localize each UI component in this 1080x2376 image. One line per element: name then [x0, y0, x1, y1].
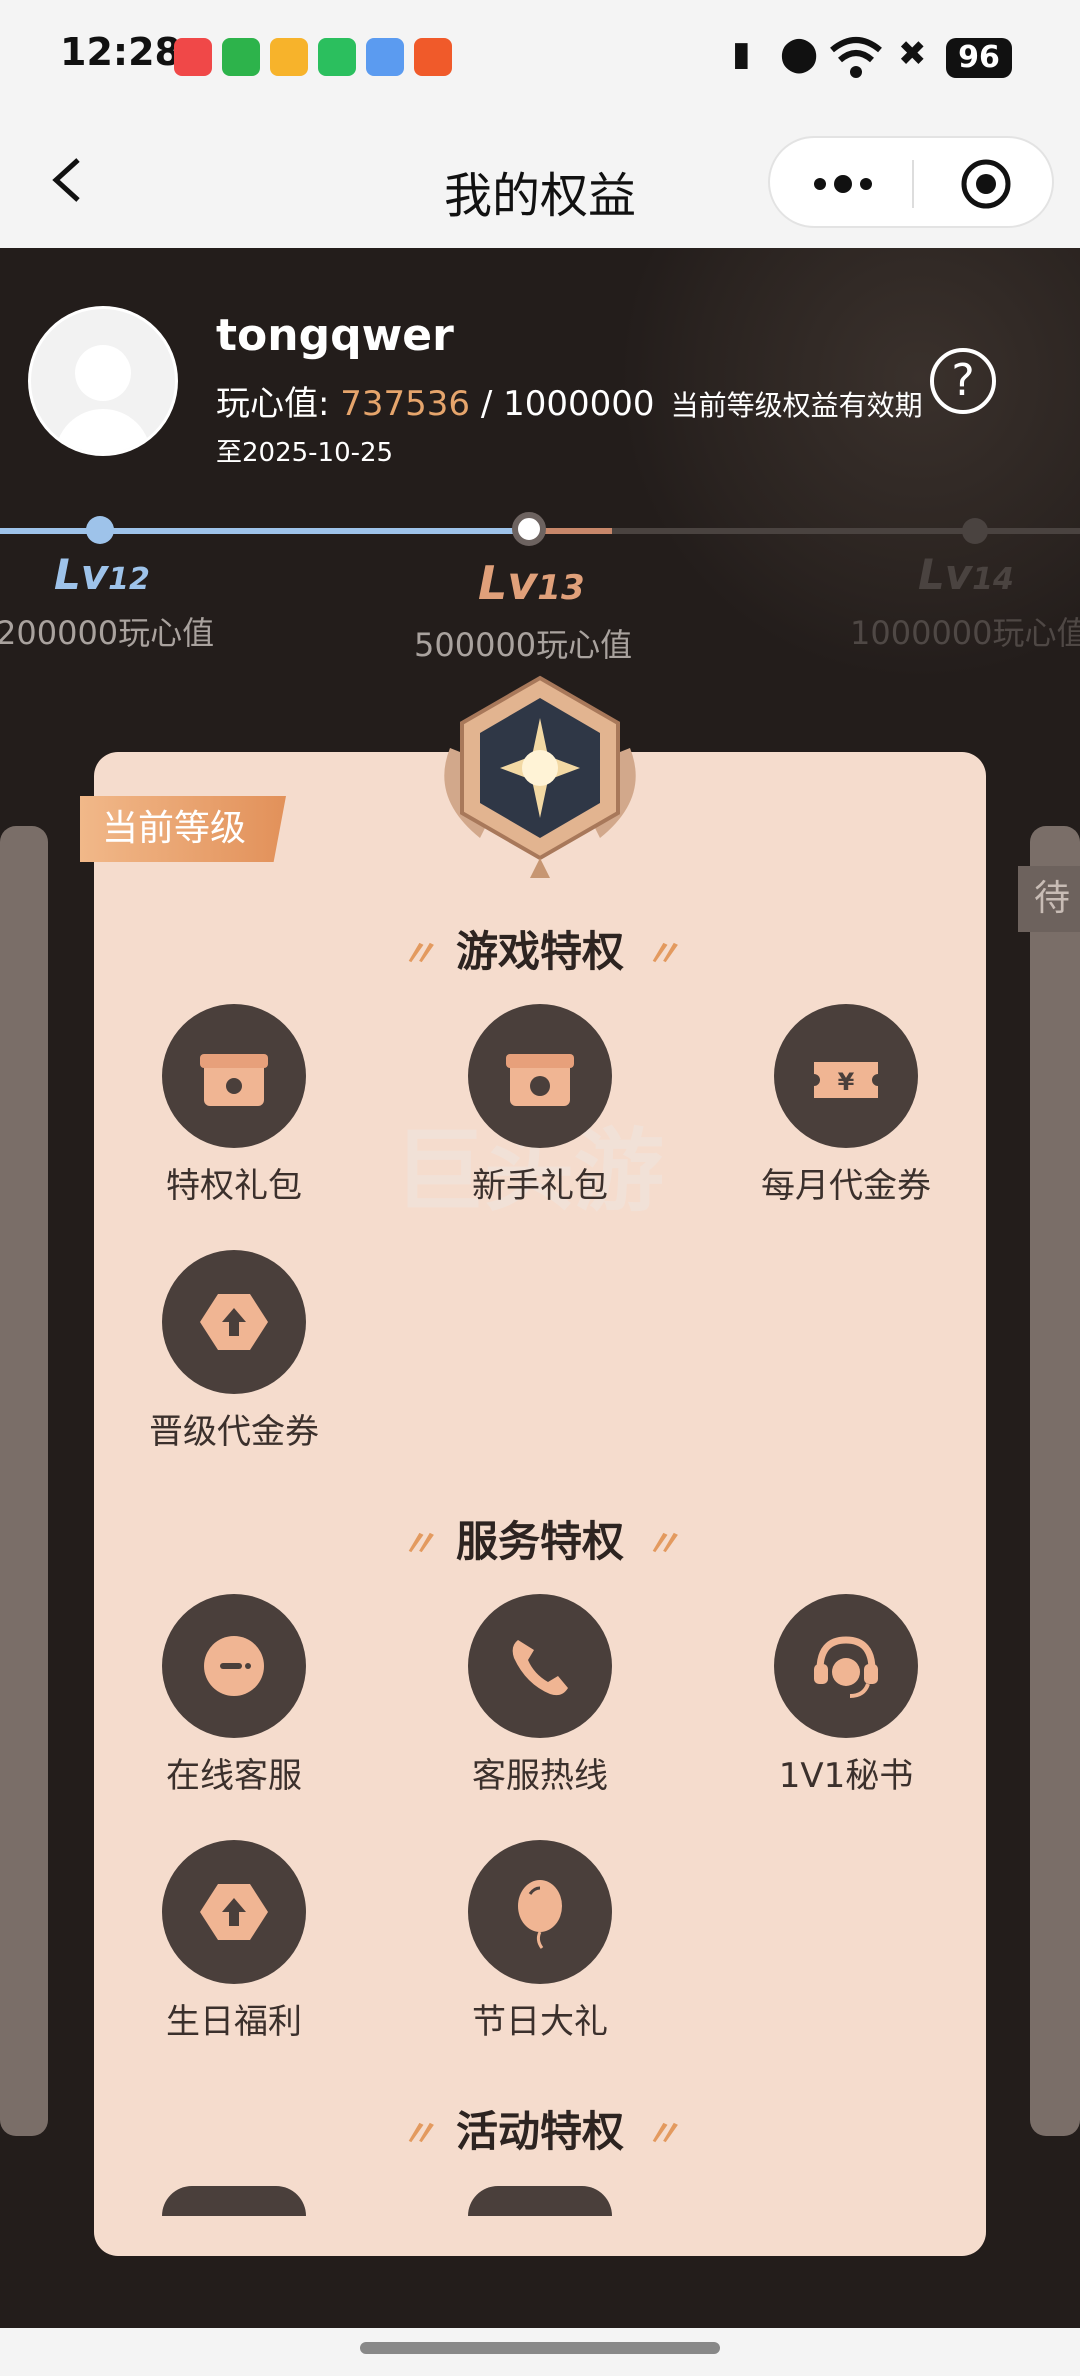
target-circle-icon[interactable] [960, 158, 1012, 210]
avatar-body [55, 409, 151, 453]
avatar[interactable] [28, 306, 178, 456]
status-bar: 12:28 ▮ ⬤ ✖ 96 [0, 0, 1080, 120]
benefit-label: 生日福利 [166, 2002, 302, 2042]
no-sim-icon: ✖ [898, 34, 927, 74]
location-icon: ⬤ [780, 34, 819, 74]
home-indicator[interactable] [360, 2342, 720, 2354]
level-prefix: Lv [478, 556, 538, 610]
benefit-item[interactable]: 在线客服 [124, 1594, 344, 1797]
level-prefix: Lv [918, 550, 973, 599]
level-number: 14 [972, 562, 1014, 597]
benefit-label: 每月代金券 [761, 1166, 931, 1206]
capsule-divider [912, 160, 914, 208]
section-title-activity: 〃活动特权〃 [399, 2107, 681, 2156]
question-circle-icon[interactable]: ? [930, 348, 996, 414]
level-12-label: Lv12 [54, 550, 150, 599]
section-title-text: 游戏特权 [455, 927, 624, 976]
chat-bubble-icon [162, 1594, 306, 1738]
gift-box-crown-icon [162, 1004, 306, 1148]
status-time: 12:28 [60, 30, 181, 74]
benefit-label: 1V1秘书 [778, 1756, 914, 1796]
notification-app-icon [270, 38, 308, 76]
benefit-label: 新手礼包 [472, 1166, 608, 1206]
points-label: 玩心值: [216, 384, 341, 424]
level-number: 12 [108, 562, 150, 597]
level-13-points: 500000玩心值 [414, 626, 633, 664]
level-benefits-card: 巨头游 〃游戏特权〃 特权礼包 新手礼包 ¥ 每月代金券 晋级代金券 〃服务特权… [94, 752, 986, 2256]
wifi-icon [830, 37, 882, 78]
benefit-item[interactable]: ¥ 每月代金券 [736, 1004, 956, 1207]
points-line: 玩心值: 737536 / 1000000 当前等级权益有效期 [216, 376, 923, 425]
points-separator: / [470, 384, 504, 424]
upgrade-hexagon-icon [162, 1840, 306, 1984]
notification-app-icon [414, 38, 452, 76]
benefit-item[interactable]: 1V1秘书 [736, 1594, 956, 1797]
benefit-item[interactable]: 特权礼包 [124, 1004, 344, 1207]
level-track-remaining [612, 528, 1080, 534]
benefit-icon-partial[interactable] [468, 2186, 612, 2216]
notification-app-icon [318, 38, 356, 76]
svg-text:¥: ¥ [838, 1068, 855, 1096]
level-dot-12 [86, 516, 114, 544]
current-level-badge: 当前等级 [80, 796, 286, 862]
level-number: 13 [537, 568, 585, 608]
vibrate-icon: ▮ [732, 34, 751, 74]
headset-icon [774, 1594, 918, 1738]
notification-app-icon [222, 38, 260, 76]
balloon-icon [468, 1840, 612, 1984]
benefit-icon-partial[interactable] [162, 2186, 306, 2216]
benefit-item[interactable]: 新手礼包 [430, 1004, 650, 1207]
next-level-badge: 待 [1018, 866, 1080, 932]
navigation-bar: 我的权益 [0, 120, 1080, 248]
level-13-label: Lv13 [478, 556, 585, 610]
level-medal-icon [444, 675, 636, 878]
benefit-item[interactable]: 节日大礼 [430, 1840, 650, 2043]
section-title-text: 活动特权 [455, 2107, 624, 2156]
current-points: 737536 [340, 384, 471, 424]
level-12-points: 200000玩心值 [0, 614, 215, 652]
benefit-label: 特权礼包 [166, 1166, 302, 1206]
avatar-head [75, 345, 131, 401]
level-14-label: Lv14 [918, 550, 1014, 599]
benefit-label: 在线客服 [166, 1756, 302, 1796]
prev-level-card[interactable] [0, 826, 48, 2136]
notification-app-icon [174, 38, 212, 76]
benefit-item[interactable]: 客服热线 [430, 1594, 650, 1797]
yuan-coupon-icon: ¥ [774, 1004, 918, 1148]
level-dot-13 [512, 512, 546, 546]
gift-box-new-icon [468, 1004, 612, 1148]
benefit-label: 节日大礼 [472, 2002, 608, 2042]
benefit-label: 晋级代金券 [149, 1412, 319, 1452]
level-14-points: 1000000玩心值 [850, 614, 1080, 652]
expiry-prefix: 当前等级权益有效期 [670, 389, 923, 422]
level-dot-14 [962, 518, 988, 544]
more-dots-icon[interactable] [810, 164, 876, 204]
section-title-service: 〃服务特权〃 [399, 1517, 681, 1566]
level-prefix: Lv [54, 550, 109, 599]
battery-indicator: 96 [946, 38, 1012, 78]
benefit-item[interactable]: 生日福利 [124, 1840, 344, 2043]
username: tongqwer [216, 310, 454, 361]
upgrade-hexagon-icon [162, 1250, 306, 1394]
benefit-item[interactable]: 晋级代金券 [124, 1250, 344, 1453]
target-points: 1000000 [503, 384, 655, 424]
section-title-text: 服务特权 [455, 1517, 624, 1566]
phone-icon [468, 1594, 612, 1738]
level-track-done [0, 528, 530, 534]
mini-program-capsule [768, 136, 1054, 228]
notification-app-icon [366, 38, 404, 76]
next-level-card[interactable] [1030, 826, 1080, 2136]
expiry-date: 至2025-10-25 [216, 438, 394, 468]
section-title-game: 〃游戏特权〃 [399, 927, 681, 976]
benefit-label: 客服热线 [472, 1756, 608, 1796]
